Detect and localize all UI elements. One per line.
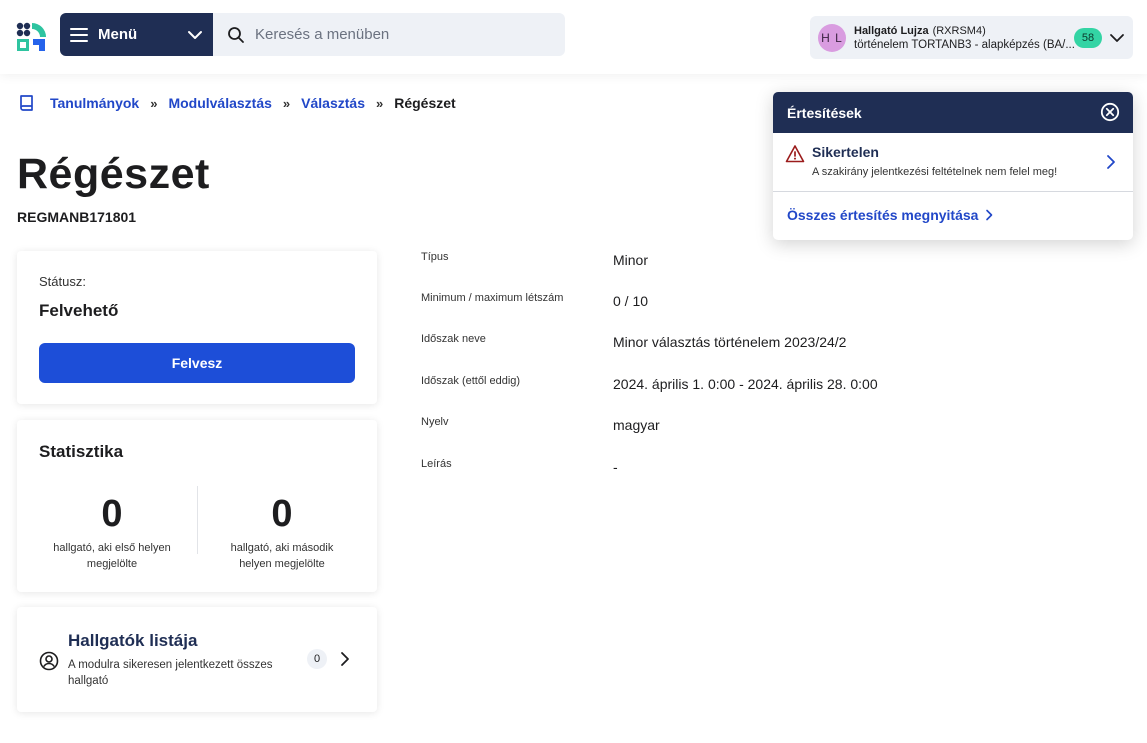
detail-value-period-name: Minor választás történelem 2023/24/2 (613, 334, 847, 350)
status-card: Státusz: Felvehető Felvesz (17, 251, 377, 404)
chevron-right-icon (986, 209, 993, 221)
detail-value-language: magyar (613, 417, 660, 433)
breadcrumb-separator: » (375, 95, 384, 111)
students-list-card[interactable]: Hallgatók listája A modulra sikeresen je… (17, 607, 377, 712)
chevron-down-icon[interactable] (1108, 29, 1126, 47)
breadcrumb-current: Régészet (394, 95, 456, 111)
status-value: Felvehető (39, 301, 119, 320)
detail-value-description: - (613, 459, 618, 475)
notification-title: Sikertelen (812, 144, 879, 160)
chevron-right-icon (341, 652, 349, 666)
user-name-line: Hallgató Lujza (RXRSM4) (854, 25, 1079, 37)
book-icon (20, 95, 33, 111)
breadcrumb-separator: » (150, 95, 158, 111)
avatar: H L (818, 23, 846, 52)
breadcrumb-separator: » (282, 95, 291, 111)
enroll-button[interactable]: Felvesz (39, 343, 355, 383)
detail-label-capacity: Minimum / maximum létszám (421, 292, 564, 304)
breadcrumb: Tanulmányok » Modulválasztás » Választás… (18, 94, 456, 112)
detail-label-period-name: Időszak neve (421, 333, 486, 345)
top-bar: Menü H L Hallgató Lujza(RXRSM4) történel… (0, 0, 1147, 74)
chevron-right-icon (1107, 155, 1115, 169)
user-circle-icon (39, 651, 59, 671)
app-logo-icon[interactable] (16, 22, 48, 52)
notification-desc: A szakirány jelentkezési feltételnek nem… (812, 166, 1058, 178)
stat-first-desc-line1: hallgató, aki első helyen (53, 542, 171, 554)
detail-label-language: Nyelv (421, 416, 449, 428)
detail-value-type: Minor (613, 252, 649, 268)
notification-count-badge[interactable]: 58 (1074, 28, 1102, 48)
search-icon (228, 26, 244, 43)
user-code: (RXRSM4) (932, 24, 986, 37)
menu-button[interactable]: Menü (60, 13, 213, 56)
open-all-notifications-link[interactable]: Összes értesítés megnyitása (787, 207, 994, 223)
hamburger-icon (70, 27, 88, 42)
detail-label-description: Leírás (421, 458, 452, 470)
notifications-panel: Értesítések Sikertelen A szakirány jelen… (773, 92, 1133, 240)
stat-first-desc: hallgató, aki első helyen megjelölte (32, 540, 192, 572)
notifications-header: Értesítések (773, 92, 1133, 133)
user-profile-selector[interactable]: H L Hallgató Lujza (RXRSM4) történelem TO… (810, 16, 1133, 59)
detail-value-period-range: 2024. április 1. 0:00 - 2024. április 28… (613, 376, 878, 392)
search-input[interactable] (255, 26, 555, 43)
detail-label-period-range: Időszak (ettől eddig) (421, 375, 521, 387)
detail-label-type: Típus (421, 251, 449, 263)
menu-search (213, 13, 565, 56)
warning-icon (785, 145, 805, 163)
stat-first-choice: 0 hallgató, aki első helyen megjelölte (32, 492, 192, 572)
stat-second-value: 0 (271, 493, 293, 535)
stat-second-desc: hallgató, aki második helyen megjelölte (202, 540, 362, 572)
user-program: történelem TORTANB3 - alapképzés (BA/... (854, 38, 1075, 51)
stat-divider (197, 486, 198, 554)
user-name: Hallgató Lujza (854, 24, 929, 37)
stat-first-value: 0 (101, 493, 123, 535)
status-label: Státusz: (39, 274, 86, 289)
notification-item[interactable]: Sikertelen A szakirány jelentkezési felt… (773, 133, 1133, 192)
stat-second-desc-line2: helyen megjelölte (239, 558, 325, 570)
statistics-card: Statisztika 0 hallgató, aki első helyen … (17, 420, 377, 592)
breadcrumb-link-modulvalasztas[interactable]: Modulválasztás (168, 95, 271, 111)
students-list-desc: A modulra sikeresen jelentkezett összes … (68, 659, 273, 687)
detail-value-capacity: 0 / 10 (613, 293, 649, 309)
stat-second-desc-line1: hallgató, aki második (230, 542, 334, 554)
students-list-title: Hallgatók listája (68, 631, 198, 650)
chevron-down-icon (188, 30, 202, 39)
breadcrumb-link-valasztas[interactable]: Választás (301, 95, 365, 111)
students-count-badge: 0 (307, 649, 327, 669)
stat-first-desc-line2: megjelölte (86, 558, 138, 570)
open-all-notifications-label: Összes értesítés megnyitása (787, 207, 979, 223)
close-icon[interactable] (1100, 102, 1120, 122)
user-info: Hallgató Lujza (RXRSM4) történelem TORTAN… (854, 25, 1079, 51)
page-title: Régészet (17, 150, 210, 198)
stat-second-choice: 0 hallgató, aki második helyen megjelölt… (202, 492, 362, 572)
statistics-title: Statisztika (39, 442, 124, 461)
notifications-title: Értesítések (787, 104, 862, 121)
menu-label: Menü (98, 26, 138, 43)
module-code: REGMANB171801 (17, 209, 137, 225)
breadcrumb-link-tanulmanyok[interactable]: Tanulmányok (50, 95, 139, 111)
